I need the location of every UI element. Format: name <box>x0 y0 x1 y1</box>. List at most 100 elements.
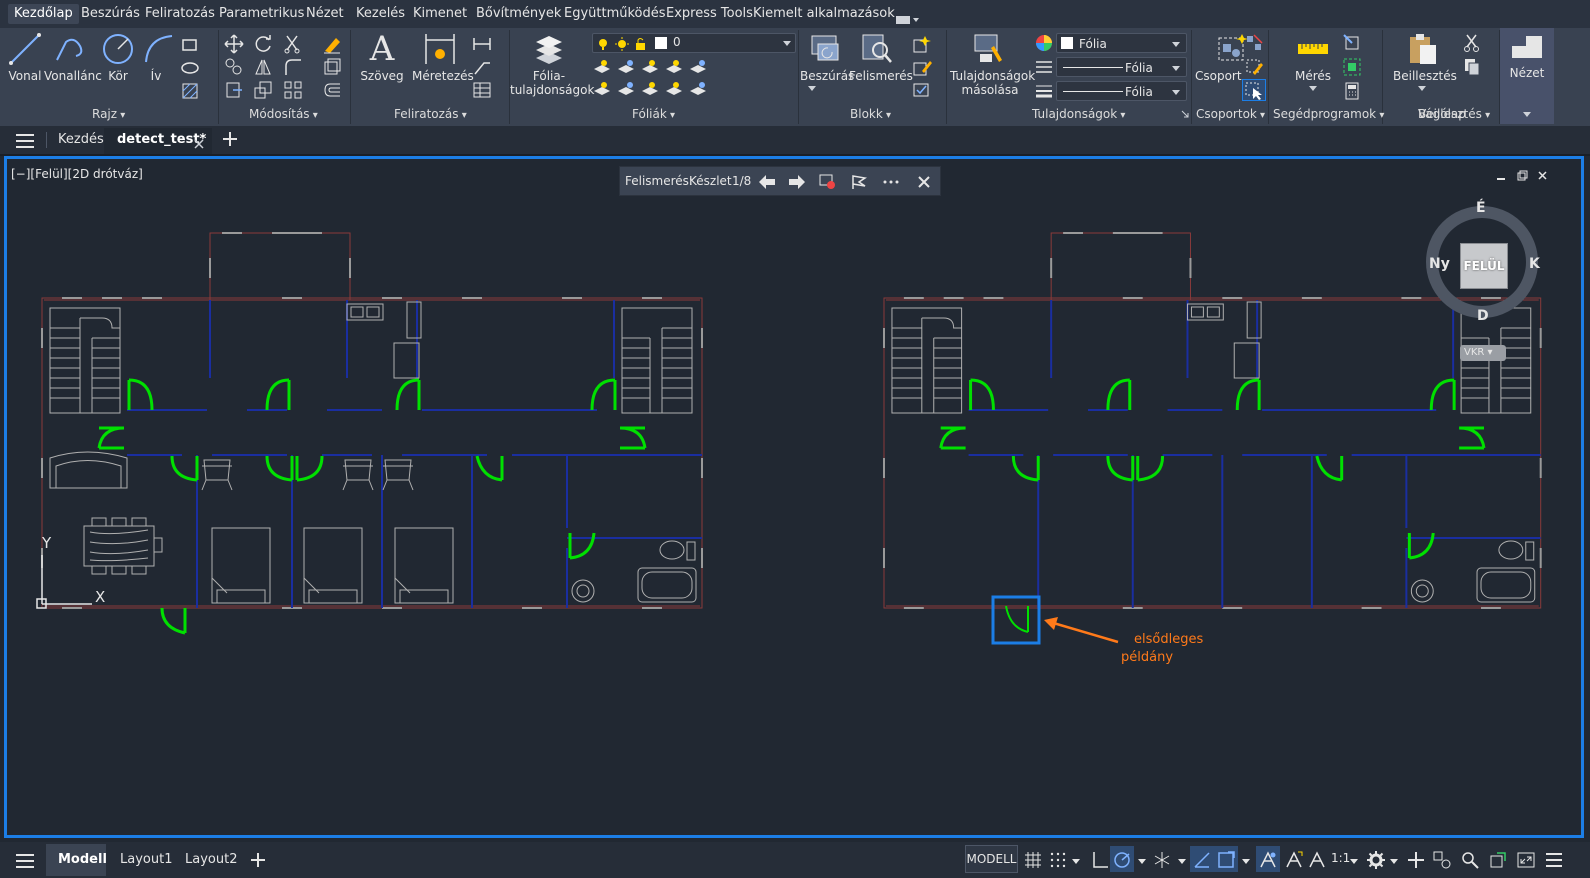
polyline-label[interactable]: Vonallánc <box>44 69 102 83</box>
scale-dropdown-icon[interactable] <box>1348 850 1368 870</box>
drawing-viewport[interactable] <box>4 156 1584 838</box>
match-properties-label-2[interactable]: másolása <box>950 83 1030 97</box>
gear-icon[interactable] <box>1366 850 1386 870</box>
flag-icon[interactable] <box>851 174 869 190</box>
paste-dropdown-icon[interactable] <box>1418 86 1426 92</box>
line-icon[interactable] <box>8 32 42 66</box>
units-icon[interactable] <box>1432 850 1452 870</box>
viewcube-south[interactable]: D <box>1477 308 1489 324</box>
more-icon[interactable] <box>882 179 900 185</box>
tab-file[interactable]: detect_test* <box>117 126 206 154</box>
color-wheel-icon[interactable] <box>1034 33 1054 53</box>
menu-bovitmenyek[interactable]: Bővítmények <box>476 4 561 24</box>
lineweight-icon[interactable] <box>1034 81 1054 101</box>
detect-label[interactable]: Felismerés <box>849 69 913 83</box>
insert-block-icon[interactable] <box>808 32 842 66</box>
linetype-dropdown[interactable]: Fólia <box>1056 57 1187 77</box>
groups-panel-title[interactable]: Csoportok <box>1196 107 1265 121</box>
layers-panel-title[interactable]: Fóliák <box>632 107 675 121</box>
fullscreen-icon[interactable] <box>1516 850 1536 870</box>
fillet-icon[interactable] <box>283 57 303 77</box>
auto-scale-icon[interactable] <box>1284 850 1304 870</box>
snap-icon[interactable] <box>1048 850 1068 870</box>
leader-icon[interactable] <box>472 57 492 77</box>
tab-start[interactable]: Kezdés <box>58 126 104 154</box>
explode-icon[interactable] <box>322 57 342 77</box>
rectangle-icon[interactable] <box>180 35 200 55</box>
select-all-icon[interactable] <box>1342 57 1362 77</box>
annotation-scale-icon[interactable] <box>1307 850 1327 870</box>
layer-properties-label-1[interactable]: Fólia- <box>514 69 584 83</box>
model-space-toggle[interactable]: MODELL <box>965 845 1018 873</box>
block-panel-title[interactable]: Blokk <box>850 107 891 121</box>
tab-layout1[interactable]: Layout1 <box>120 852 172 867</box>
workspace-dropdown-icon[interactable] <box>1388 850 1408 870</box>
lineweight-dropdown[interactable]: Fólia <box>1056 81 1187 101</box>
layer-tools-icons[interactable] <box>592 57 712 101</box>
view-icon[interactable] <box>1510 32 1544 62</box>
measure-icon[interactable] <box>1296 32 1330 66</box>
text-label[interactable]: Szöveg <box>360 69 404 83</box>
menu-parametrikus[interactable]: Parametrikus <box>219 4 304 24</box>
paste-label[interactable]: Beillesztés <box>1393 69 1457 83</box>
properties-panel-title[interactable]: Tulajdonságok <box>1032 107 1125 121</box>
line-label[interactable]: Vonal <box>6 69 44 83</box>
table-icon[interactable] <box>472 80 492 100</box>
linetype-icon[interactable] <box>1034 57 1054 77</box>
modify-panel-title[interactable]: Módosítás <box>249 107 318 121</box>
new-tab-icon[interactable] <box>222 131 238 147</box>
cut-icon[interactable] <box>1462 33 1482 53</box>
ortho-icon[interactable] <box>1090 850 1110 870</box>
viewport-label[interactable]: [−][Felül][2D drótváz] <box>11 167 143 181</box>
ellipse-icon[interactable] <box>180 58 200 78</box>
properties-launcher-icon[interactable] <box>1181 110 1189 118</box>
circle-label[interactable]: Kör <box>104 69 132 83</box>
convert-block-icon[interactable] <box>819 174 837 190</box>
mirror-icon[interactable] <box>253 57 273 77</box>
view-label[interactable]: Nézet <box>1505 66 1549 80</box>
wcs-menu[interactable]: VKR ▾ <box>1460 345 1506 361</box>
menu-express-tools[interactable]: Express Tools <box>666 4 753 24</box>
edit-attributes-icon[interactable] <box>912 80 932 100</box>
close-tab-icon[interactable] <box>194 134 204 149</box>
copy-clip-icon[interactable] <box>1462 57 1482 77</box>
measure-dropdown-icon[interactable] <box>1309 86 1317 92</box>
measure-label[interactable]: Mérés <box>1291 69 1335 83</box>
layer-dropdown[interactable]: 0 <box>592 33 796 53</box>
polyline-icon[interactable] <box>54 32 90 66</box>
copy-icon[interactable] <box>224 57 244 77</box>
menu-nezet[interactable]: Nézet <box>306 4 344 24</box>
create-block-icon[interactable] <box>912 34 932 54</box>
next-arrow-icon[interactable] <box>788 174 806 190</box>
viewcube-north[interactable]: É <box>1476 200 1486 216</box>
menu-kimenet[interactable]: Kimenet <box>413 4 467 24</box>
draw-panel-title[interactable]: Rajz <box>92 107 125 121</box>
calculator-icon[interactable] <box>1342 81 1362 101</box>
view-dropdown-icon[interactable] <box>1523 112 1531 118</box>
insert-label[interactable]: Beszúrás <box>800 69 854 83</box>
menu-kezdolap[interactable]: Kezdőlap <box>8 4 79 24</box>
add-icon[interactable] <box>1406 850 1426 870</box>
clipboard-title[interactable]: Vágólap <box>1418 107 1466 121</box>
layout-menu-icon[interactable] <box>16 853 34 868</box>
arc-icon[interactable] <box>142 32 176 66</box>
ungroup-icon[interactable] <box>1244 33 1264 53</box>
menu-feliratozas[interactable]: Feliratozás <box>145 4 215 24</box>
tab-layout2[interactable]: Layout2 <box>185 852 237 867</box>
isodraft-icon[interactable] <box>1152 850 1172 870</box>
trim-icon[interactable] <box>283 34 303 54</box>
detect-block-icon[interactable] <box>860 32 894 66</box>
menu-egyuttmukodes[interactable]: Együttműködés <box>564 4 666 24</box>
menu-kezeles[interactable]: Kezelés <box>356 4 405 24</box>
annotation-visibility-icon[interactable] <box>1258 850 1278 870</box>
close-detect-icon[interactable] <box>918 176 930 188</box>
quick-properties-icon[interactable] <box>1460 850 1480 870</box>
utilities-panel-title[interactable]: Segédprogramok <box>1273 107 1384 121</box>
color-dropdown[interactable]: Fólia <box>1056 33 1187 53</box>
object-snap-tracking-icon[interactable] <box>1192 850 1212 870</box>
grid-icon[interactable] <box>1023 850 1043 870</box>
new-layout-icon[interactable] <box>250 852 266 868</box>
erase-icon[interactable] <box>322 34 342 54</box>
polar-tracking-icon[interactable] <box>1112 850 1132 870</box>
circle-icon[interactable] <box>101 32 135 66</box>
